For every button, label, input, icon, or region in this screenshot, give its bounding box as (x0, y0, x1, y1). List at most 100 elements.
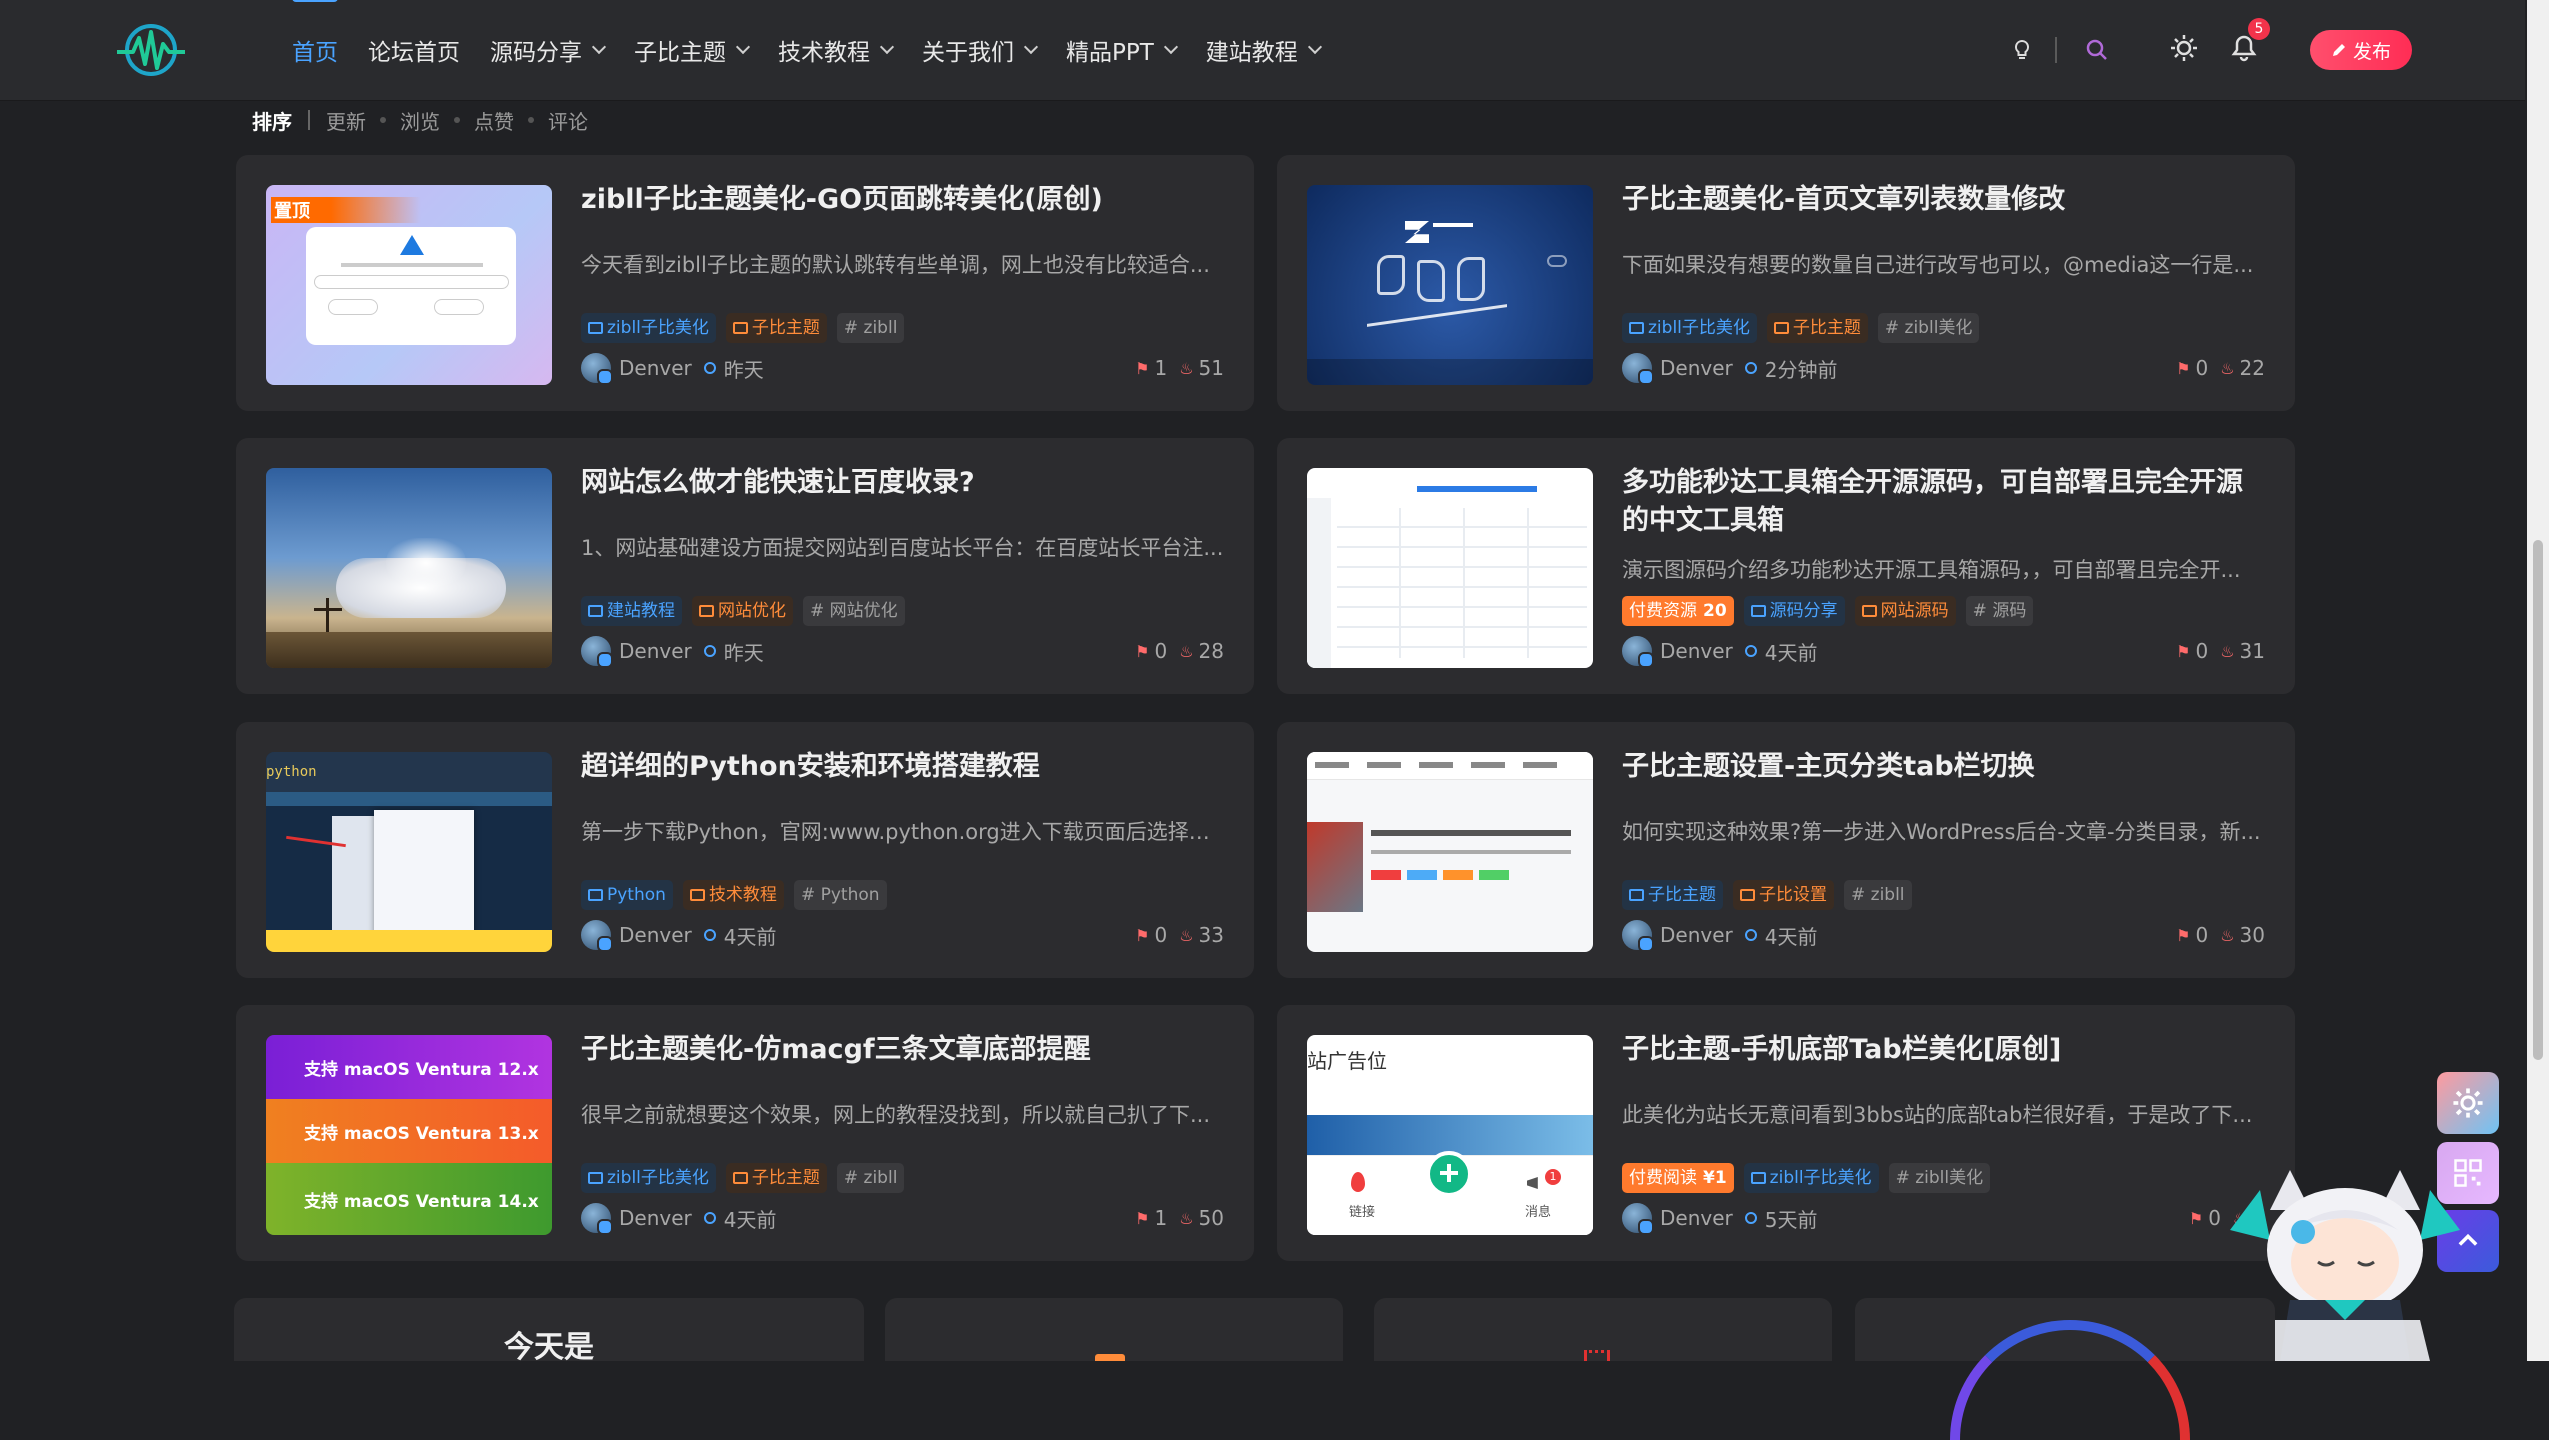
post-tag[interactable]: 子比主题 (1766, 313, 1868, 343)
post-card[interactable]: 站广告位 链接 1 消息 子比主题-手机底部Tab栏美化[原创] 此美化为站长无意… (1277, 1005, 2295, 1261)
nav-item-1[interactable]: 论坛首页 (368, 33, 460, 67)
author-name[interactable]: Denver (619, 1206, 692, 1230)
post-title[interactable]: 子比主题设置-主页分类tab栏切换 (1622, 748, 2265, 786)
post-card[interactable]: 支持 macOS Ventura 12.x 支持 macOS Ventura 1… (236, 1005, 1254, 1261)
post-title[interactable]: 网站怎么做才能快速让百度收录? (581, 464, 1224, 502)
post-tag[interactable]: zibll子比美化 (581, 1163, 716, 1193)
avatar[interactable] (581, 636, 613, 668)
nav-item-5[interactable]: 关于我们 (922, 33, 1039, 67)
avatar[interactable] (1622, 920, 1654, 952)
post-card[interactable]: 子比主题美化-首页文章列表数量修改 下面如果没有想要的数量自己进行改写也可以，@m… (1277, 155, 2295, 411)
nav-item-4[interactable]: 技术教程 (778, 33, 895, 67)
like-icon: ⚑ (2188, 1208, 2204, 1228)
nav-item-2[interactable]: 源码分享 (490, 33, 607, 67)
sort-option-views[interactable]: 浏览 (400, 106, 440, 135)
post-title[interactable]: zibll子比主题美化-GO页面跳转美化(原创) (581, 181, 1224, 219)
avatar[interactable] (581, 1203, 613, 1235)
post-tag[interactable]: 技术教程 (682, 880, 784, 910)
post-thumbnail-image[interactable] (1307, 468, 1593, 668)
post-tag[interactable]: zibll子比美化 (581, 313, 716, 343)
publish-label: 发布 (2352, 40, 2391, 63)
post-thumbnail-image[interactable] (1307, 752, 1593, 952)
post-tag[interactable]: zibll子比美化 (1743, 1163, 1879, 1193)
avatar[interactable] (1622, 353, 1654, 385)
nav-item-6[interactable]: 精品PPT (1066, 33, 1178, 67)
author-name[interactable]: Denver (619, 639, 692, 663)
author-name[interactable]: Denver (1660, 639, 1733, 663)
site-logo[interactable] (115, 22, 187, 78)
author-name[interactable]: Denver (619, 356, 692, 380)
sort-option-likes[interactable]: 点赞 (474, 106, 514, 135)
macos-row-2: 支持 macOS Ventura 13.x (304, 1124, 539, 1144)
post-thumbnail-image[interactable]: 站广告位 链接 1 消息 (1307, 1035, 1593, 1235)
fire-icon: ♨ (2220, 358, 2235, 378)
post-tag[interactable]: # zibll美化 (1888, 1163, 1991, 1193)
nav-item-0[interactable]: 首页 (292, 0, 338, 67)
folder-icon (588, 1172, 603, 1184)
post-tag[interactable]: # 源码 (1965, 596, 2034, 626)
folder-icon (1773, 322, 1789, 334)
nav-item-7[interactable]: 建站教程 (1206, 33, 1322, 67)
post-title[interactable]: 子比主题美化-仿macgf三条文章底部提醒 (581, 1031, 1224, 1069)
post-tag[interactable]: 网站优化 (692, 596, 793, 626)
post-meta: Denver 4天前 ⚑ 0 ♨ 33 (581, 920, 1224, 952)
post-tag[interactable]: # 网站优化 (803, 596, 905, 626)
author-name[interactable]: Denver (619, 923, 692, 947)
post-title[interactable]: 超详细的Python安装和环境搭建教程 (581, 748, 1224, 786)
notification-bell-icon[interactable]: 5 (2224, 18, 2270, 68)
post-thumbnail-image[interactable] (266, 468, 552, 668)
post-thumbnail-image[interactable]: 支持 macOS Ventura 12.x 支持 macOS Ventura 1… (266, 1035, 552, 1235)
author-name[interactable]: Denver (1660, 923, 1733, 947)
post-title[interactable]: 多功能秒达工具箱全开源源码，可自部署且完全开源的中文工具箱 (1622, 464, 2265, 540)
post-tag[interactable]: Python (581, 880, 673, 910)
avatar[interactable] (1622, 636, 1654, 668)
post-title[interactable]: 子比主题美化-首页文章列表数量修改 (1622, 181, 2265, 219)
theme-toggle-icon[interactable] (2164, 28, 2204, 68)
post-tag[interactable]: 付费阅读 ¥1 (1622, 1163, 1734, 1193)
page-scrollbar[interactable] (2527, 0, 2549, 1361)
post-tag[interactable]: # zibll (836, 313, 905, 343)
nav-item-3[interactable]: 子比主题 (634, 33, 751, 67)
author-name[interactable]: Denver (1660, 1206, 1733, 1230)
post-card[interactable]: python 超详细的Python安装和环境搭建教程 第一步下载Python，官网… (236, 722, 1254, 978)
sort-option-comments[interactable]: 评论 (548, 106, 588, 135)
settings-float-button[interactable] (2437, 1072, 2499, 1134)
post-card[interactable]: 子比主题设置-主页分类tab栏切换 如何实现这种效果?第一步进入WordPress… (1277, 722, 2295, 978)
post-tag[interactable]: 建站教程 (581, 596, 682, 626)
post-tag[interactable]: 源码分享 (1743, 596, 1845, 626)
folder-icon (588, 605, 603, 617)
post-stats: ⚑ 0 ♨ 31 (2164, 639, 2265, 663)
post-tag[interactable]: # Python (793, 880, 887, 910)
post-thumbnail-image[interactable]: python (266, 752, 552, 952)
post-card[interactable]: 网站怎么做才能快速让百度收录? 1、网站基础建设方面提交网站到百度站长平台：在百度… (236, 438, 1254, 694)
post-tag[interactable]: 子比主题 (725, 313, 827, 343)
avatar[interactable] (581, 920, 613, 952)
avatar[interactable] (581, 353, 613, 385)
post-card[interactable]: 多功能秒达工具箱全开源源码，可自部署且完全开源的中文工具箱 演示图源码介绍多功能秒… (1277, 438, 2295, 694)
post-thumbnail-image[interactable]: 置顶 (266, 185, 552, 385)
like-icon: ⚑ (1135, 1208, 1150, 1228)
fire-icon: ♨ (1179, 1208, 1194, 1228)
author-name[interactable]: Denver (1660, 356, 1733, 380)
post-tag[interactable]: # zibll (836, 1163, 905, 1193)
post-excerpt: 今天看到zibll子比主题的默认跳转有些单调，网上也没有比较适合... (581, 253, 1210, 277)
post-tag[interactable]: # zibll美化 (1877, 313, 1980, 343)
fire-icon: ♨ (2220, 925, 2235, 945)
post-tag[interactable]: zibll子比美化 (1622, 313, 1757, 343)
widget-card-4 (1855, 1298, 2275, 1440)
post-thumbnail-image[interactable] (1307, 185, 1593, 385)
lightbulb-icon[interactable] (2002, 30, 2042, 70)
post-card[interactable]: 置顶 zibll子比主题美化-GO页面跳转美化(原创) 今天看到zibll子比主题… (236, 155, 1254, 411)
post-tag[interactable]: 网站源码 (1854, 596, 1956, 626)
post-tag[interactable]: 子比主题 (1622, 880, 1723, 910)
post-tag[interactable]: # zibll (1844, 880, 1912, 910)
post-title[interactable]: 子比主题-手机底部Tab栏美化[原创] (1622, 1031, 2265, 1069)
search-icon[interactable] (2077, 30, 2117, 70)
post-tag[interactable]: 子比主题 (725, 1163, 827, 1193)
scrollbar-thumb[interactable] (2533, 540, 2543, 1060)
post-tag[interactable]: 付费资源 20 (1622, 596, 1734, 626)
sort-option-update[interactable]: 更新 (326, 106, 366, 135)
post-tag[interactable]: 子比设置 (1733, 880, 1834, 910)
publish-button[interactable]: 发布 (2310, 30, 2412, 70)
avatar[interactable] (1622, 1203, 1654, 1235)
